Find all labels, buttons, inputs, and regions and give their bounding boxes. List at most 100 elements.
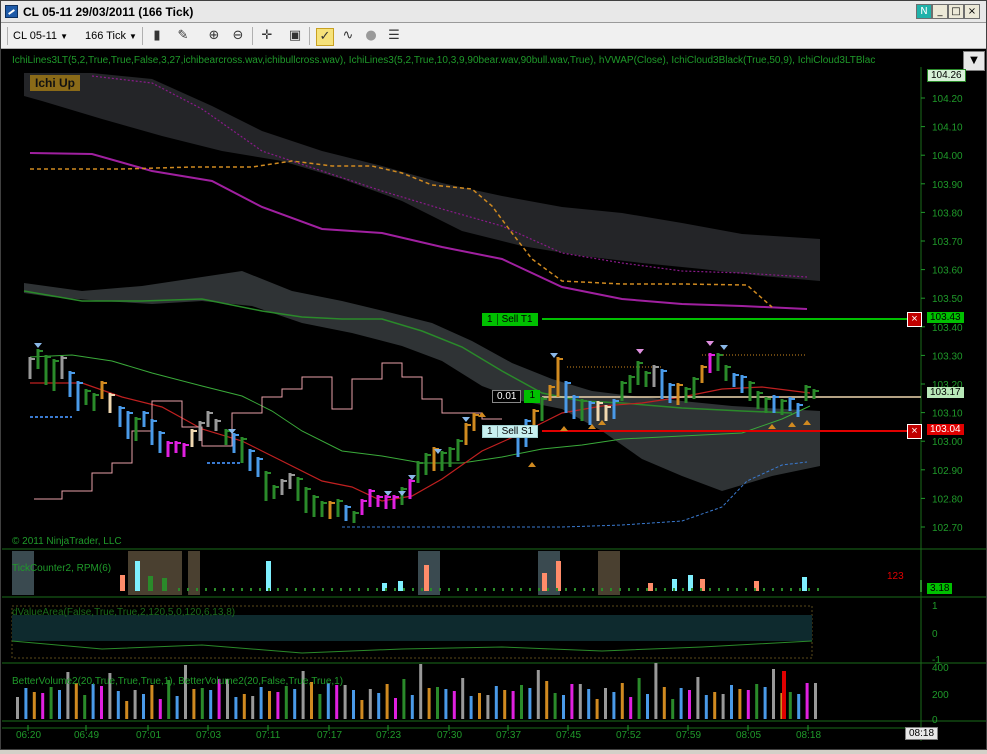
signal-marker-icon bbox=[636, 349, 644, 354]
tick-counter-dot bbox=[601, 588, 603, 591]
stop-price-label: 103.04 bbox=[927, 424, 964, 435]
interval-selector[interactable]: 166 Tick ▼ bbox=[85, 27, 137, 45]
price-tick-label: 103.70 bbox=[932, 237, 963, 248]
volume-bar bbox=[133, 690, 137, 719]
tick-counter-dot bbox=[529, 588, 531, 591]
value-area-line bbox=[11, 640, 813, 654]
tick-counter-dot bbox=[502, 588, 504, 591]
volume-bar bbox=[545, 681, 549, 719]
volume-bar bbox=[184, 665, 187, 719]
panel3-label: dValueArea(False,True,True,2,120,5,0,120… bbox=[12, 607, 236, 618]
volume-bar bbox=[662, 687, 666, 719]
tick-counter-dot bbox=[322, 588, 324, 591]
chart-area[interactable]: 06:20 06:49 07:01 07:03 07:11 07:17 07:23 07:30… bbox=[2, 49, 986, 749]
value-area-fill bbox=[12, 615, 812, 641]
volume-bar bbox=[74, 683, 78, 719]
zoom-in-icon[interactable]: ⊕ bbox=[206, 28, 222, 44]
instrument-selector[interactable]: CL 05-11 ▼ bbox=[13, 27, 68, 45]
panel4-tick-label: 200 bbox=[932, 690, 949, 701]
volume-bar bbox=[461, 678, 465, 719]
volume-bar bbox=[427, 688, 431, 719]
tick-counter-dot bbox=[664, 588, 666, 591]
chart-app-icon bbox=[5, 5, 18, 18]
tick-counter-dot bbox=[745, 588, 747, 591]
price-tick-label: 102.70 bbox=[932, 523, 963, 534]
volume-bar bbox=[268, 691, 271, 719]
data-box-icon[interactable]: ☰ bbox=[386, 28, 402, 44]
volume-bar bbox=[629, 697, 633, 719]
time-tick-label: 07:30 bbox=[437, 730, 462, 741]
volume-bar bbox=[242, 694, 246, 719]
volume-bar bbox=[83, 695, 87, 719]
close-button[interactable]: × bbox=[964, 4, 980, 19]
tick-counter-dot bbox=[565, 588, 567, 591]
volume-bar bbox=[486, 695, 490, 719]
tick-counter-dot bbox=[736, 588, 738, 591]
time-tick-label: 07:17 bbox=[317, 730, 342, 741]
panel2-value: 3.18 bbox=[927, 583, 953, 594]
volume-bar bbox=[452, 691, 456, 719]
signal-marker-icon bbox=[462, 417, 470, 422]
stop-qty: 1 bbox=[483, 426, 497, 437]
volume-bar bbox=[788, 692, 792, 719]
volume-bar bbox=[100, 686, 103, 719]
tick-counter-bar bbox=[398, 581, 403, 591]
volume-bar bbox=[352, 690, 355, 719]
bar-style-icon[interactable]: ▮ bbox=[149, 28, 165, 44]
tick-counter-dot bbox=[610, 588, 612, 591]
properties-icon[interactable]: ▣ bbox=[287, 28, 303, 44]
drawing-tool-icon[interactable]: ✎ bbox=[175, 28, 191, 44]
tick-counter-dot bbox=[799, 588, 801, 591]
tick-counter-dot bbox=[268, 588, 270, 591]
tick-counter-dot bbox=[196, 588, 198, 591]
volume-bar bbox=[259, 687, 263, 719]
volume-bar bbox=[318, 694, 322, 719]
tick-counter-dot bbox=[511, 588, 513, 591]
position-tag[interactable]: 0.01 1 bbox=[492, 390, 541, 403]
target-order-tag[interactable]: 1 Sell T1 bbox=[482, 313, 538, 326]
tick-counter-dot bbox=[340, 588, 342, 591]
volume-bar bbox=[511, 691, 515, 719]
toolbar-separator bbox=[252, 27, 253, 45]
price-tick-label: 103.30 bbox=[932, 351, 963, 362]
tick-counter-dot bbox=[709, 588, 711, 591]
price-tick-label: 103.60 bbox=[932, 266, 963, 277]
volume-bar bbox=[142, 694, 145, 719]
volume-bar bbox=[410, 695, 414, 719]
tick-counter-dot bbox=[331, 588, 333, 591]
close-stop-icon[interactable]: × bbox=[907, 424, 922, 439]
volume-bar bbox=[200, 688, 204, 719]
volume-bar bbox=[696, 677, 700, 719]
time-tick-label: 08:05 bbox=[736, 730, 761, 741]
ichi-up-badge: Ichi Up bbox=[30, 75, 81, 91]
target-qty: 1 bbox=[483, 314, 497, 325]
volume-bar bbox=[654, 663, 658, 719]
tick-counter-dot bbox=[349, 588, 351, 591]
tick-counter-dot bbox=[439, 588, 441, 591]
ichi-cloud-upper bbox=[24, 73, 820, 281]
panel4-tick-label: 0 bbox=[932, 715, 938, 726]
stop-order-tag[interactable]: 1 Sell S1 bbox=[482, 425, 539, 438]
crosshair-icon[interactable]: ✛ bbox=[259, 28, 275, 44]
volume-bar bbox=[553, 693, 557, 719]
volume-bar bbox=[24, 688, 28, 719]
tick-counter-dot bbox=[466, 588, 468, 591]
tick-counter-bar bbox=[648, 583, 653, 591]
indicators-icon[interactable]: ∿ bbox=[340, 28, 356, 44]
zoom-out-icon[interactable]: ⊖ bbox=[230, 28, 246, 44]
tick-counter-bar bbox=[802, 577, 807, 591]
tick-counter-dot bbox=[394, 588, 396, 591]
link-button[interactable]: N bbox=[916, 4, 932, 19]
strategy-icon[interactable]: ✓ bbox=[316, 28, 334, 46]
minimize-button[interactable]: _ bbox=[932, 4, 948, 19]
tick-counter-dot bbox=[592, 588, 594, 591]
volume-bar bbox=[520, 685, 523, 719]
tick-counter-dot bbox=[682, 588, 684, 591]
market-replay-icon[interactable]: ● bbox=[363, 28, 379, 44]
stop-label: Sell S1 bbox=[496, 426, 538, 437]
volume-bar bbox=[41, 693, 45, 719]
volume-bars bbox=[16, 663, 817, 719]
maximize-button[interactable]: □ bbox=[948, 4, 964, 19]
volume-bar bbox=[528, 688, 532, 719]
close-target-icon[interactable]: × bbox=[907, 312, 922, 327]
